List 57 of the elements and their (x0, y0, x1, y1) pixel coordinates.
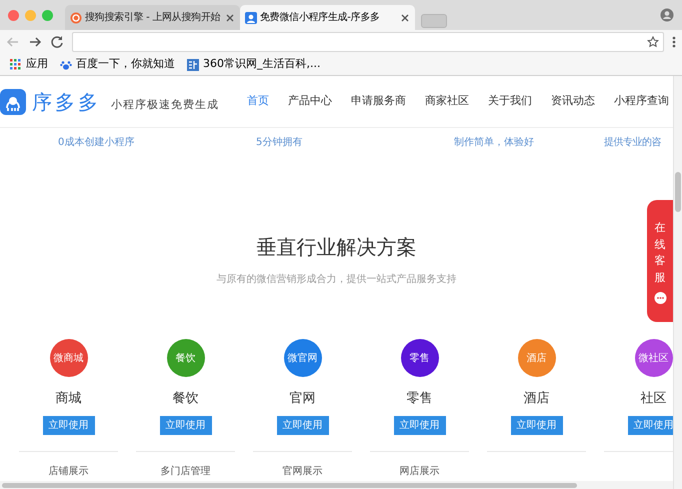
industry-name: 商城 (56, 390, 82, 408)
square-logo-icon (187, 58, 199, 70)
online-service-tab[interactable]: 在线客服 (647, 200, 673, 322)
bookmark[interactable]: 360常识网_生活百科,... (187, 56, 320, 73)
industry-badge: 餐饮 (166, 339, 204, 377)
nav-link[interactable]: 小程序查询 (614, 93, 669, 110)
person-icon (245, 12, 257, 24)
industry-badge: 微商城 (50, 339, 88, 377)
feature-tagline: 0成本创建小程序 (58, 136, 134, 148)
industry-name: 餐饮 (172, 390, 198, 408)
industry-name: 社区 (640, 390, 666, 408)
industry-badge: 微社区 (634, 339, 672, 377)
window-control[interactable] (8, 10, 19, 20)
browser-tab[interactable]: 搜狗搜索引擎 - 上网从搜狗开始 (65, 5, 240, 30)
slogan: 小程序极速免费生成 (111, 97, 219, 114)
back-icon[interactable] (6, 35, 20, 49)
section-subtitle: 与原有的微信营销形成合力，提供一站式产品服务支持 (216, 272, 456, 287)
section-title: 垂直行业解决方案 (256, 234, 416, 261)
reload-icon[interactable] (50, 35, 64, 49)
industry-badge: 零售 (400, 339, 438, 377)
logo-text: 序多多 (32, 88, 101, 116)
industry-name: 酒店 (524, 390, 550, 408)
bookmark[interactable]: 百度一下，你就知道 (60, 56, 175, 73)
industry-name: 官网 (290, 390, 316, 408)
scrollbar-thumb[interactable] (2, 482, 577, 488)
feature-item: 店铺展示 (48, 464, 88, 478)
nav-link[interactable]: 首页 (247, 93, 269, 110)
scrollbar-thumb[interactable] (675, 172, 681, 212)
forward-icon[interactable] (28, 35, 42, 49)
feature-item: 多门店管理 (160, 464, 210, 478)
feature-tagline: 提供专业的咨 (604, 136, 661, 148)
feature-tagline: 制作简单，体验好 (454, 136, 534, 148)
feature-tagline: 5分钟拥有 (256, 136, 302, 148)
grid-icon (10, 58, 22, 70)
circle-logo-icon (70, 12, 82, 24)
profile-icon[interactable] (660, 8, 674, 22)
nav-link[interactable]: 产品中心 (288, 93, 332, 110)
nav-link[interactable]: 资讯动态 (551, 93, 595, 110)
star-icon[interactable] (647, 36, 659, 48)
industry-badge: 酒店 (518, 339, 556, 377)
browser-tab[interactable]: 免费微信小程序生成-序多多 (240, 5, 415, 30)
industry-badge: 微官网 (284, 339, 322, 377)
feature-item: 网店展示 (400, 464, 440, 478)
close-icon[interactable] (400, 12, 410, 22)
industry-name: 零售 (406, 390, 432, 408)
nav-link[interactable]: 关于我们 (488, 93, 532, 110)
octopus-logo-icon[interactable] (0, 88, 26, 114)
nav-link[interactable]: 商家社区 (425, 93, 469, 110)
menu-icon[interactable] (672, 36, 676, 48)
close-icon[interactable] (225, 12, 235, 22)
bookmark[interactable]: 应用 (10, 56, 48, 73)
chat-bubble-icon (654, 292, 666, 305)
address-field[interactable] (72, 32, 664, 52)
nav-link[interactable]: 申请服务商 (351, 93, 406, 110)
paw-icon (60, 58, 72, 70)
tab-label: 在线客服 (654, 220, 666, 286)
feature-item: 官网展示 (282, 464, 322, 478)
